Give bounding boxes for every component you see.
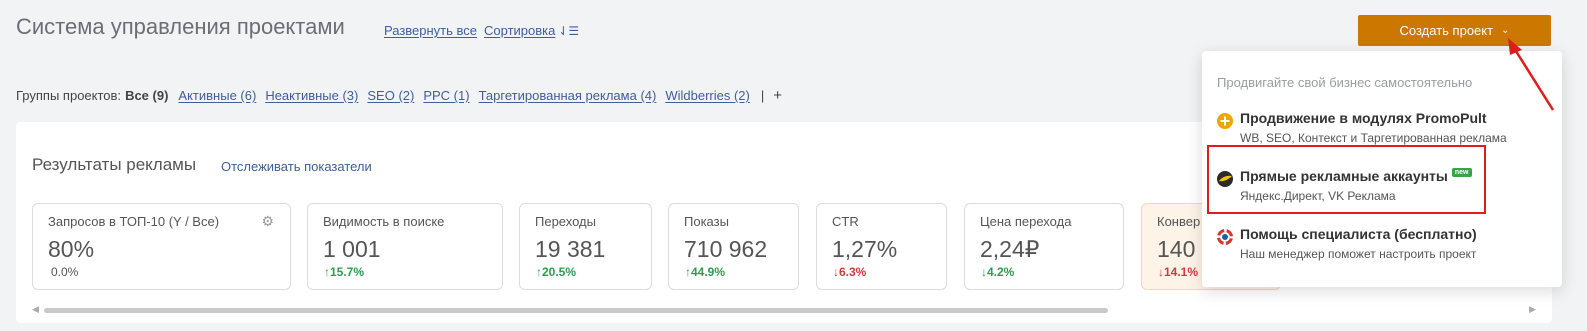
group-active[interactable]: Активные (6) [178,88,256,103]
lifebuoy-icon [1217,229,1233,245]
metric-value: 19 381 [535,236,606,262]
metric-delta: ↑20.5% [536,265,577,279]
page-title: Система управления проектами [16,14,345,39]
metric-delta: ↓14.1% [1158,265,1199,279]
scrollbar-thumb[interactable] [44,308,1108,313]
metric-value: 710 962 [684,236,768,262]
metric-title: CTR [832,214,859,229]
sort-label: Сортировка [484,23,556,38]
menu-item-subtitle: Наш менеджер поможет настроить проект [1240,247,1477,261]
horizontal-scrollbar[interactable]: ◀ ▶ [32,304,1536,314]
scroll-right-icon[interactable]: ▶ [1529,304,1536,315]
group-inactive[interactable]: Неактивные (3) [265,88,358,103]
menu-item-specialist-help[interactable]: Помощь специалиста (бесплатно) Наш менед… [1202,220,1562,270]
group-ppc[interactable]: PPC (1) [423,88,469,103]
metric-title: Переходы [535,214,596,229]
metric-delta: 0.0% [51,265,79,279]
group-wildberries[interactable]: Wildberries (2) [665,88,750,103]
gear-icon[interactable]: ⚙ [261,213,274,230]
metric-card-cpc[interactable]: Цена перехода 2,24₽ ↓4.2% [964,203,1124,290]
metric-card-impressions[interactable]: Показы 710 962 ↑44.9% [668,203,799,290]
metric-title: Видимость в поиске [323,214,445,229]
metric-value: 2,24₽ [980,236,1040,262]
groups-separator: | [760,88,765,103]
add-group-button[interactable]: + [773,87,782,104]
project-groups-bar: Группы проектов: Все (9) Активные (6) Не… [16,87,782,104]
sort-link[interactable]: Сортировка ⇃☰ [484,23,579,38]
menu-item-title: Помощь специалиста (бесплатно) [1240,226,1477,242]
metric-title: Конвер [1157,214,1201,229]
track-metrics-link[interactable]: Отслеживать показатели [221,159,372,174]
group-targeted-ads[interactable]: Таргетированная реклама (4) [479,88,657,103]
group-seo[interactable]: SEO (2) [367,88,414,103]
chevron-down-icon: ⌄ [1501,25,1510,36]
highlight-frame [1207,145,1486,214]
metric-card-top10[interactable]: Запросов в ТОП-10 (Y / Все) ⚙ 80% 0.0% [32,203,291,290]
menu-item-subtitle: WB, SEO, Контекст и Таргетированная рекл… [1240,131,1507,145]
group-all[interactable]: Все (9) [125,88,168,103]
groups-label: Группы проектов: [16,88,122,103]
menu-header: Продвигайте свой бизнес самостоятельно [1217,75,1473,90]
metric-delta: ↑15.7% [324,265,365,279]
metric-value: 1,27% [832,236,898,262]
plus-circle-icon [1217,113,1233,129]
expand-all-link[interactable]: Развернуть все [384,23,477,38]
metric-delta: ↓4.2% [981,265,1015,279]
metric-title: Показы [684,214,729,229]
create-project-label: Создать проект [1399,23,1494,38]
results-title: Результаты рекламы [32,155,197,174]
create-project-button[interactable]: Создать проект ⌄ [1358,15,1551,46]
sort-icon: ⇃☰ [558,24,580,38]
metric-delta: ↑44.9% [685,265,726,279]
scroll-left-icon[interactable]: ◀ [32,304,39,315]
metric-card-visibility[interactable]: Видимость в поиске 1 001 ↑15.7% [307,203,503,290]
metric-delta: ↓6.3% [833,265,867,279]
metric-value: 80% [48,236,95,262]
metric-title: Цена перехода [980,214,1072,229]
metric-title: Запросов в ТОП-10 (Y / Все) [48,214,220,229]
metric-card-clicks[interactable]: Переходы 19 381 ↑20.5% [519,203,652,290]
metric-card-ctr[interactable]: CTR 1,27% ↓6.3% [816,203,947,290]
metric-value: 1 001 [323,236,381,262]
metric-value: 140 [1157,236,1196,262]
menu-item-title: Продвижение в модулях PromoPult [1240,110,1487,126]
